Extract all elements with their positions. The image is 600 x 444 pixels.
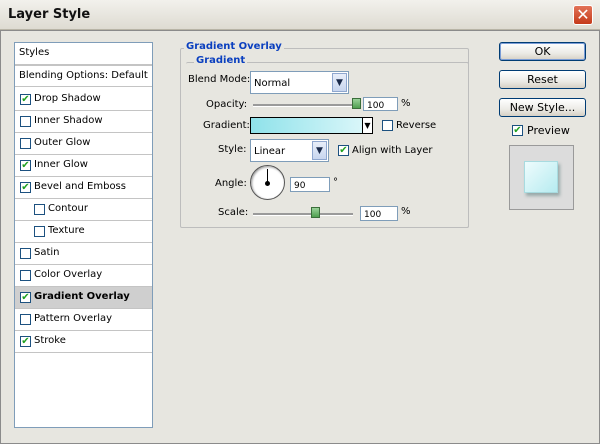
scale-unit: % bbox=[401, 206, 411, 217]
title-bar[interactable]: Layer Style ✕ bbox=[0, 0, 600, 30]
scale-label: Scale: bbox=[218, 207, 249, 218]
style-item-color-overlay[interactable]: Color Overlay bbox=[15, 265, 152, 287]
new-style-button[interactable]: New Style... bbox=[499, 98, 586, 117]
satin-checkbox[interactable] bbox=[20, 248, 31, 259]
style-item-satin[interactable]: Satin bbox=[15, 243, 152, 265]
styles-header[interactable]: Styles bbox=[15, 43, 152, 65]
style-item-label: Contour bbox=[48, 203, 88, 214]
reverse-checkbox[interactable] bbox=[382, 120, 393, 131]
preview-checkbox[interactable]: ✔ bbox=[512, 125, 523, 136]
style-item-texture[interactable]: Texture bbox=[15, 221, 152, 243]
scale-slider-track[interactable] bbox=[253, 213, 353, 216]
angle-label: Angle: bbox=[215, 178, 247, 189]
chevron-down-icon[interactable]: ▼ bbox=[332, 73, 347, 92]
panel-subtitle: Gradient bbox=[194, 55, 248, 66]
blend-mode-label: Blend Mode: bbox=[188, 74, 251, 85]
window-title: Layer Style bbox=[8, 7, 91, 22]
style-item-gradient-overlay[interactable]: ✔ Gradient Overlay bbox=[15, 287, 152, 309]
style-item-label: Texture bbox=[48, 225, 85, 236]
style-item-pattern-overlay[interactable]: Pattern Overlay bbox=[15, 309, 152, 331]
style-item-label: Outer Glow bbox=[34, 137, 91, 148]
gradient-overlay-checkbox[interactable]: ✔ bbox=[20, 292, 31, 303]
contour-checkbox[interactable] bbox=[34, 204, 45, 215]
gradient-picker[interactable] bbox=[250, 117, 363, 134]
gradient-label: Gradient: bbox=[203, 120, 250, 131]
style-item-label: Drop Shadow bbox=[34, 93, 101, 104]
panel-title: Gradient Overlay bbox=[184, 41, 284, 52]
gradient-dropdown-button[interactable]: ▼ bbox=[362, 117, 373, 134]
opacity-slider-track[interactable] bbox=[253, 104, 357, 107]
styles-header-label: Styles bbox=[19, 47, 50, 58]
style-item-label: Satin bbox=[34, 247, 60, 258]
style-item-label: Bevel and Emboss bbox=[34, 181, 126, 192]
pattern-overlay-checkbox[interactable] bbox=[20, 314, 31, 325]
style-item-label: Inner Glow bbox=[34, 159, 88, 170]
angle-unit: ° bbox=[333, 177, 338, 188]
style-item-inner-shadow[interactable]: Inner Shadow bbox=[15, 111, 152, 133]
drop-shadow-checkbox[interactable]: ✔ bbox=[20, 94, 31, 105]
opacity-unit: % bbox=[401, 98, 411, 109]
angle-value: 90 bbox=[294, 181, 306, 191]
style-item-label: Inner Shadow bbox=[34, 115, 103, 126]
style-item-inner-glow[interactable]: ✔ Inner Glow bbox=[15, 155, 152, 177]
opacity-value: 100 bbox=[367, 101, 385, 111]
scale-input[interactable]: 100 bbox=[360, 206, 398, 221]
style-label: Style: bbox=[218, 144, 247, 155]
style-value: Linear bbox=[254, 146, 286, 157]
chevron-down-icon: ▼ bbox=[364, 121, 371, 130]
texture-checkbox[interactable] bbox=[34, 226, 45, 237]
color-overlay-checkbox[interactable] bbox=[20, 270, 31, 281]
blend-mode-value: Normal bbox=[254, 78, 291, 89]
align-with-layer-label: Align with Layer bbox=[352, 145, 433, 156]
style-item-drop-shadow[interactable]: ✔ Drop Shadow bbox=[15, 89, 152, 111]
angle-input[interactable]: 90 bbox=[290, 177, 330, 192]
chevron-down-icon[interactable]: ▼ bbox=[312, 141, 327, 160]
scale-value: 100 bbox=[364, 210, 382, 220]
preview-thumbnail bbox=[509, 145, 574, 210]
opacity-slider-thumb[interactable] bbox=[352, 98, 361, 109]
style-item-stroke[interactable]: ✔ Stroke bbox=[15, 331, 152, 353]
style-item-outer-glow[interactable]: Outer Glow bbox=[15, 133, 152, 155]
inner-glow-checkbox[interactable]: ✔ bbox=[20, 160, 31, 171]
scale-slider-thumb[interactable] bbox=[311, 207, 320, 218]
close-icon: ✕ bbox=[576, 5, 590, 24]
styles-list: Styles Blending Options: Default ✔ Drop S… bbox=[14, 42, 153, 428]
angle-dial-center bbox=[265, 181, 270, 186]
opacity-input[interactable]: 100 bbox=[363, 97, 398, 111]
blend-mode-select[interactable]: Normal ▼ bbox=[250, 71, 349, 94]
opacity-label: Opacity: bbox=[206, 99, 248, 110]
bevel-emboss-checkbox[interactable]: ✔ bbox=[20, 182, 31, 193]
style-item-contour[interactable]: Contour bbox=[15, 199, 152, 221]
style-item-label: Color Overlay bbox=[34, 269, 103, 280]
reverse-label: Reverse bbox=[396, 120, 437, 131]
preview-label: Preview bbox=[527, 124, 570, 137]
ok-button[interactable]: OK bbox=[499, 42, 586, 61]
reset-button[interactable]: Reset bbox=[499, 70, 586, 89]
blending-options-label: Blending Options: Default bbox=[19, 70, 148, 81]
close-button[interactable]: ✕ bbox=[573, 5, 593, 25]
style-item-bevel-emboss[interactable]: ✔ Bevel and Emboss bbox=[15, 177, 152, 199]
angle-dial[interactable] bbox=[250, 165, 285, 200]
preview-swatch bbox=[524, 161, 558, 193]
style-select[interactable]: Linear ▼ bbox=[250, 139, 329, 162]
outer-glow-checkbox[interactable] bbox=[20, 138, 31, 149]
style-item-label: Gradient Overlay bbox=[34, 291, 130, 302]
inner-shadow-checkbox[interactable] bbox=[20, 116, 31, 127]
blending-options-item[interactable]: Blending Options: Default bbox=[15, 65, 152, 87]
stroke-checkbox[interactable]: ✔ bbox=[20, 336, 31, 347]
align-with-layer-checkbox[interactable]: ✔ bbox=[338, 145, 349, 156]
style-item-label: Pattern Overlay bbox=[34, 313, 113, 324]
style-item-label: Stroke bbox=[34, 335, 66, 346]
